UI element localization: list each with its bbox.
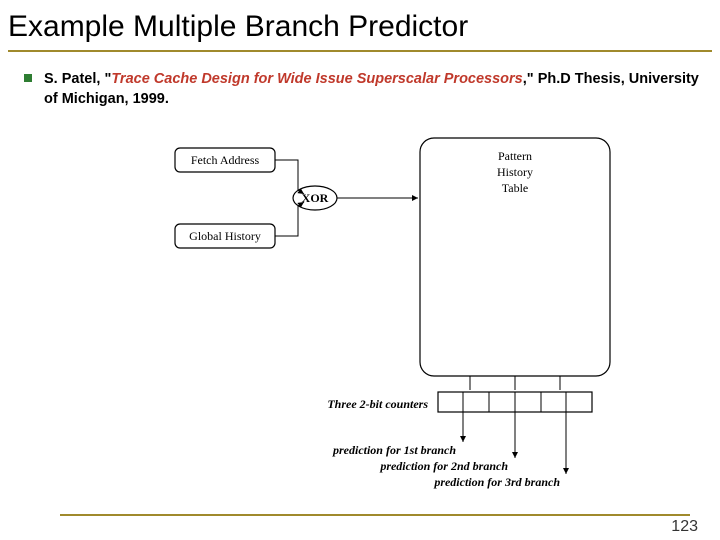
global-history-label: Global History	[189, 229, 261, 243]
pred-label-3: prediction for 3rd branch	[433, 475, 560, 489]
citation-block: S. Patel, "Trace Cache Design for Wide I…	[0, 52, 720, 109]
footer-rule	[60, 514, 690, 516]
pred-label-1: prediction for 1st branch	[332, 443, 456, 457]
citation-work-title: Trace Cache Design for Wide Issue Supers…	[111, 71, 522, 87]
pred-label-2: prediction for 2nd branch	[379, 459, 508, 473]
slide-title: Example Multiple Branch Predictor	[0, 0, 720, 50]
pht-label-3: Table	[502, 181, 528, 195]
counters-label: Three 2-bit counters	[327, 397, 428, 411]
bullet-icon	[24, 74, 32, 82]
page-number: 123	[671, 518, 698, 536]
pht-label-1: Pattern	[498, 149, 532, 163]
citation-author: S. Patel, "	[44, 71, 111, 87]
pht-label-2: History	[497, 165, 533, 179]
fetch-address-label: Fetch Address	[191, 153, 260, 167]
wire-fetch-to-xor	[275, 160, 298, 190]
xor-label: XOR	[302, 191, 329, 205]
counters-group	[438, 392, 592, 412]
wire-history-to-xor	[275, 206, 298, 236]
predictor-diagram: Fetch Address Global History XOR Pattern…	[170, 130, 640, 500]
